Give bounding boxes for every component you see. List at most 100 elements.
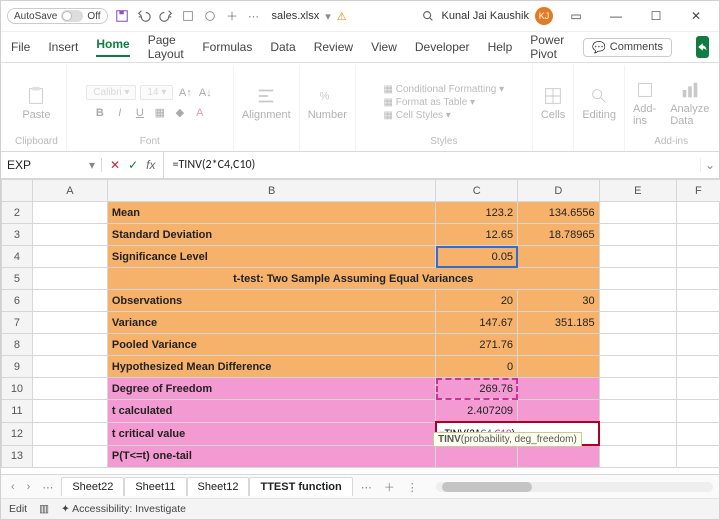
col-header-B[interactable]: B xyxy=(107,180,436,202)
qat-icon-3[interactable] xyxy=(224,8,240,24)
maximize-icon[interactable]: ☐ xyxy=(639,9,673,23)
sheet-tab-sheet12[interactable]: Sheet12 xyxy=(187,477,250,496)
accept-formula-icon[interactable]: ✓ xyxy=(128,158,138,172)
decrease-font-icon[interactable]: A↓ xyxy=(197,85,213,101)
cell-C11[interactable]: 2.407209 xyxy=(436,400,518,423)
user-account[interactable]: Kunal Jai Kaushik KJ xyxy=(442,7,553,25)
formula-bar-input[interactable]: =TINV(2*C4,C10) xyxy=(164,158,700,172)
cell-B9[interactable]: Hypothesized Mean Difference xyxy=(107,356,436,378)
row-header-8[interactable]: 8 xyxy=(2,334,33,356)
cell-E8[interactable] xyxy=(599,334,676,356)
cell-C2[interactable]: 123.2 xyxy=(436,202,518,224)
cell-D7[interactable]: 351.185 xyxy=(518,312,600,334)
cell-C3[interactable]: 12.65 xyxy=(436,224,518,246)
tab-data[interactable]: Data xyxy=(270,40,295,54)
cell-C9[interactable]: 0 xyxy=(436,356,518,378)
cell-A6[interactable] xyxy=(32,290,107,312)
row-header-3[interactable]: 3 xyxy=(2,224,33,246)
file-dropdown-icon[interactable]: ▾ xyxy=(325,10,331,23)
warning-icon[interactable]: ⚠ xyxy=(337,10,347,23)
sheet-tab-overflow-icon[interactable]: ⋯ xyxy=(357,481,376,494)
cell-A13[interactable] xyxy=(32,445,107,468)
cell-F5[interactable] xyxy=(676,268,720,290)
addins-button[interactable]: Add-ins xyxy=(633,79,656,127)
cell-E6[interactable] xyxy=(599,290,676,312)
cell-E7[interactable] xyxy=(599,312,676,334)
fx-icon[interactable]: fx xyxy=(146,158,155,172)
tab-home[interactable]: Home xyxy=(96,37,129,57)
cell-F3[interactable] xyxy=(676,224,720,246)
cell-A5[interactable] xyxy=(32,268,107,290)
row-header-4[interactable]: 4 xyxy=(2,246,33,268)
row-header-10[interactable]: 10 xyxy=(2,378,33,400)
tab-view[interactable]: View xyxy=(371,40,397,54)
analyze-data-button[interactable]: Analyze Data xyxy=(670,79,709,127)
row-header-2[interactable]: 2 xyxy=(2,202,33,224)
cell-B12[interactable]: t critical value xyxy=(107,422,436,445)
tab-file[interactable]: File xyxy=(11,40,30,54)
cell-F6[interactable] xyxy=(676,290,720,312)
cell-styles-button[interactable]: ▦ Cell Styles ▾ xyxy=(384,110,451,121)
cell-B6[interactable]: Observations xyxy=(107,290,436,312)
cell-A10[interactable] xyxy=(32,378,107,400)
cell-E2[interactable] xyxy=(599,202,676,224)
cell-A8[interactable] xyxy=(32,334,107,356)
increase-font-icon[interactable]: A↑ xyxy=(177,85,193,101)
paste-button[interactable]: Paste xyxy=(22,85,50,121)
row-header-7[interactable]: 7 xyxy=(2,312,33,334)
tab-page-layout[interactable]: Page Layout xyxy=(148,33,185,61)
cell-F9[interactable] xyxy=(676,356,720,378)
qat-icon-2[interactable] xyxy=(202,8,218,24)
border-icon[interactable]: ▦ xyxy=(152,105,168,121)
cell-F8[interactable] xyxy=(676,334,720,356)
sheet-nav-prev-icon[interactable]: ‹ xyxy=(7,481,19,493)
cancel-formula-icon[interactable]: ✕ xyxy=(110,158,120,172)
tab-insert[interactable]: Insert xyxy=(48,40,78,54)
sheet-tab-ttest-function[interactable]: TTEST function xyxy=(249,477,352,496)
close-icon[interactable]: ✕ xyxy=(679,9,713,23)
font-family-select[interactable]: Calibri ▾ xyxy=(86,85,136,100)
bold-icon[interactable]: B xyxy=(92,105,108,121)
cell-F2[interactable] xyxy=(676,202,720,224)
font-size-select[interactable]: 14 ▾ xyxy=(140,85,173,100)
sheet-nav-more-icon[interactable]: ⋯ xyxy=(38,481,57,494)
alignment-button[interactable]: Alignment xyxy=(242,85,291,121)
cell-A12[interactable] xyxy=(32,422,107,445)
cell-F11[interactable] xyxy=(676,400,720,423)
font-color-icon[interactable]: A xyxy=(192,105,208,121)
cell-B10[interactable]: Degree of Freedom xyxy=(107,378,436,400)
tab-help[interactable]: Help xyxy=(488,40,513,54)
stats-icon[interactable]: ▥ xyxy=(39,503,49,515)
cell-D13[interactable] xyxy=(518,445,600,468)
row-header-13[interactable]: 13 xyxy=(2,445,33,468)
sheet-nav-next-icon[interactable]: › xyxy=(23,481,35,493)
qat-icon-1[interactable] xyxy=(180,8,196,24)
cell-E11[interactable] xyxy=(599,400,676,423)
col-header-F[interactable]: F xyxy=(676,180,720,202)
cell-E9[interactable] xyxy=(599,356,676,378)
name-box-dropdown-icon[interactable]: ▾ xyxy=(89,158,95,172)
cell-D3[interactable]: 18.78965 xyxy=(518,224,600,246)
cell-C6[interactable]: 20 xyxy=(436,290,518,312)
col-header-C[interactable]: C xyxy=(436,180,518,202)
cells-button[interactable]: Cells xyxy=(541,85,565,121)
underline-icon[interactable]: U xyxy=(132,105,148,121)
cell-E10[interactable] xyxy=(599,378,676,400)
cell-F7[interactable] xyxy=(676,312,720,334)
accessibility-status[interactable]: ✦ Accessibility: Investigate xyxy=(61,503,186,515)
horizontal-scrollbar[interactable] xyxy=(436,482,713,492)
undo-icon[interactable] xyxy=(136,8,152,24)
select-all-corner[interactable] xyxy=(2,180,33,202)
cell-C4[interactable]: 0.05 xyxy=(436,246,518,268)
tab-formulas[interactable]: Formulas xyxy=(202,40,252,54)
cell-C13[interactable] xyxy=(436,445,518,468)
fill-color-icon[interactable]: ◆ xyxy=(172,105,188,121)
redo-icon[interactable] xyxy=(158,8,174,24)
save-icon[interactable] xyxy=(114,8,130,24)
cell-F13[interactable] xyxy=(676,445,720,468)
sheet-tab-sheet11[interactable]: Sheet11 xyxy=(124,477,186,496)
number-button[interactable]: % Number xyxy=(308,85,347,121)
cell-E3[interactable] xyxy=(599,224,676,246)
cell-D9[interactable] xyxy=(518,356,600,378)
search-icon[interactable] xyxy=(420,8,436,24)
